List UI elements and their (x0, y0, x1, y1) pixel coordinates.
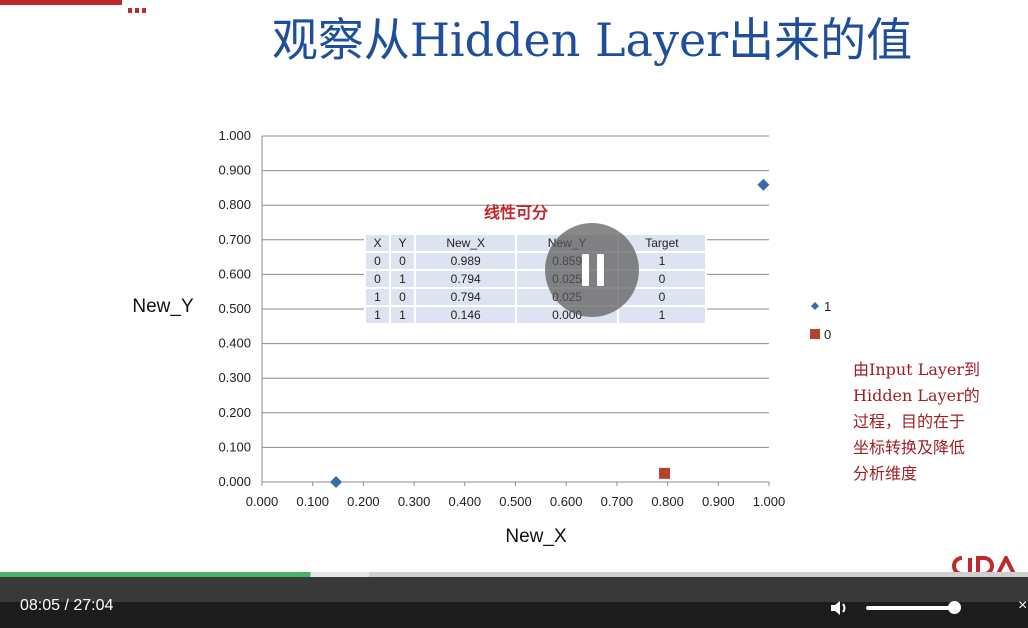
x-tick-label: 0.200 (347, 494, 380, 509)
x-tick-label: 0.600 (550, 494, 583, 509)
table-cell: 0 (364, 251, 391, 271)
data-point (330, 476, 343, 488)
table-cell: 1 (364, 305, 391, 325)
table-cell: 0 (364, 269, 391, 289)
legend-marker (811, 302, 819, 310)
y-tick-label: 0.500 (218, 301, 251, 316)
annotation-line: 坐标转换及降低 (853, 438, 966, 457)
pause-icon (582, 254, 604, 286)
data-table: X Y New_X New_Y Target 0 0 0.989 0.859 1… (364, 233, 708, 325)
y-tick-label: 0.300 (218, 370, 251, 385)
y-tick-label: 0.000 (218, 474, 251, 489)
x-axis-label: New_X (505, 526, 567, 547)
annotation-text: 由Input Layer到 Hidden Layer的 过程，目的在于 坐标转换… (853, 357, 1023, 487)
x-tick-label: 1.000 (753, 494, 786, 509)
table-cell: 1 (388, 305, 416, 325)
y-tick-label: 0.700 (218, 232, 251, 247)
table-header-new-x: New_X (413, 233, 518, 253)
y-tick-label: 0.900 (218, 163, 251, 178)
y-axis-label: New_Y (132, 296, 194, 317)
table-cell: 1 (616, 305, 708, 325)
x-tick-label: 0.500 (499, 494, 532, 509)
x-tick-label: 0.100 (296, 494, 329, 509)
x-tick-label: 0.900 (702, 494, 735, 509)
y-tick-label: 0.100 (218, 439, 251, 454)
y-tick-label: 0.400 (218, 336, 251, 351)
table-header-row: X Y New_X New_Y Target (364, 233, 708, 253)
play-pause-button[interactable] (545, 223, 639, 317)
table-cell: 1 (364, 287, 391, 307)
annotation-line: 过程，目的在于 (853, 412, 966, 431)
volume-knob[interactable] (948, 601, 961, 614)
x-tick-label: 0.700 (601, 494, 634, 509)
data-point (757, 178, 770, 191)
watermark-logo (952, 556, 1016, 572)
table-caption: 线性可分 (484, 203, 549, 222)
close-icon[interactable]: × (1018, 597, 1028, 615)
table-header-x: X (364, 233, 391, 253)
x-tick-label: 0.400 (449, 494, 482, 509)
y-tick-label: 1.000 (218, 128, 251, 143)
table-row: 0 0 0.989 0.859 1 (364, 251, 708, 271)
volume-slider[interactable] (866, 606, 958, 610)
x-tick-label: 0.800 (651, 494, 684, 509)
speaker-icon[interactable] (828, 597, 850, 619)
x-tick-label: 0.300 (398, 494, 431, 509)
volume-level (866, 606, 954, 610)
table-row: 1 0 0.794 0.025 0 (364, 287, 708, 307)
annotation-line: Hidden Layer的 (853, 386, 980, 405)
data-point (659, 467, 671, 479)
table-cell: 1 (388, 269, 416, 289)
table-cell: 0.794 (413, 287, 518, 307)
table-cell: 0 (388, 287, 416, 307)
slide: 观察从Hidden Layer出来的值 0.000 0.100 0.200 0.300… (0, 0, 1028, 572)
y-tick-label: 0.800 (218, 197, 251, 212)
table-cell: 0.794 (413, 269, 518, 289)
time-display: 08:05 / 27:04 (20, 597, 114, 614)
table-row: 1 1 0.146 0.000 1 (364, 305, 708, 325)
table-row: 0 1 0.794 0.025 0 (364, 269, 708, 289)
y-tick-label: 0.600 (218, 266, 251, 281)
annotation-line: 由Input Layer到 (853, 360, 981, 379)
player-controls: 08:05 / 27:04 × (0, 577, 1028, 628)
legend-marker (810, 329, 820, 339)
table-cell: 0.989 (413, 251, 518, 271)
table-header-y: Y (388, 233, 416, 253)
x-tick-label: 0.000 (246, 494, 279, 509)
table-cell: 0 (388, 251, 416, 271)
legend-label: 0 (824, 327, 831, 342)
annotation-line: 分析维度 (853, 464, 918, 483)
y-tick-label: 0.200 (218, 405, 251, 420)
legend-label: 1 (824, 299, 831, 314)
table-cell: 0.146 (413, 305, 518, 325)
